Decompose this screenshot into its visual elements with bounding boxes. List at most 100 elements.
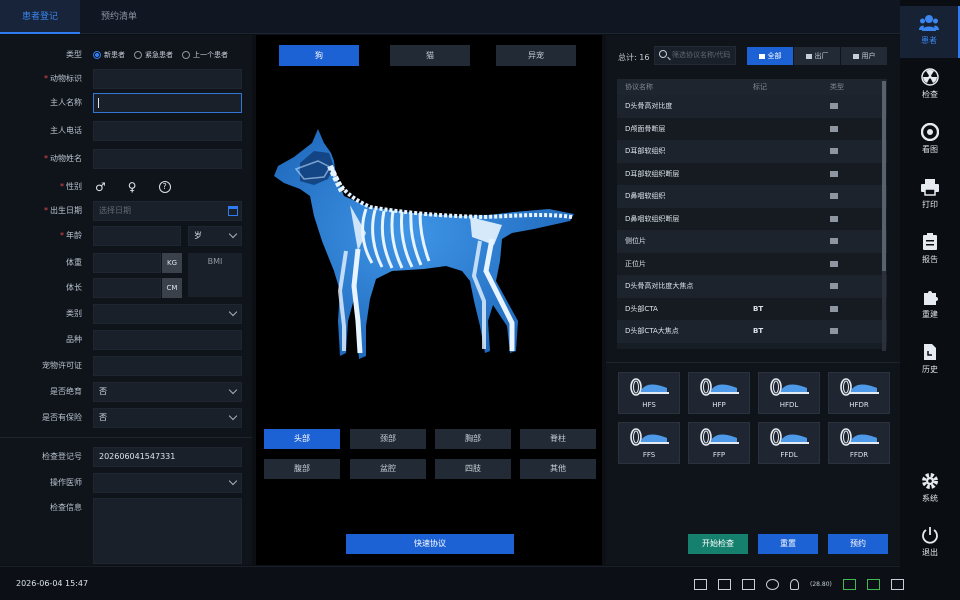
report-icon — [923, 233, 937, 250]
animal-name-input[interactable] — [93, 149, 242, 169]
position-label: HFP — [712, 401, 726, 409]
headset-icon[interactable] — [766, 578, 779, 590]
age-input[interactable] — [93, 226, 181, 246]
female-icon[interactable]: ♀ — [128, 180, 137, 194]
age-unit-select[interactable]: 岁 — [188, 226, 242, 246]
table-row[interactable]: D颅面骨断层 — [617, 117, 887, 140]
position-ffdl-button[interactable]: FFDL — [758, 422, 820, 464]
monitor-icon — [830, 193, 838, 199]
dog-skeleton-illustration — [274, 129, 574, 359]
owner-phone-input[interactable] — [93, 121, 242, 141]
grid-icon — [758, 53, 765, 59]
table-row[interactable]: D耳部软组织断层 — [617, 162, 887, 185]
database-ok-icon[interactable] — [842, 578, 856, 590]
radio-previous-patient[interactable]: 上一个患者 — [182, 50, 228, 60]
tab-patient-registration[interactable]: 患者登记 — [0, 0, 80, 34]
sterilized-select[interactable]: 否 — [93, 382, 242, 402]
filter-all-button[interactable]: 全部 — [747, 47, 793, 65]
doctor-select[interactable] — [93, 473, 242, 493]
position-hfs-button[interactable]: HFS — [618, 372, 680, 414]
radio-emergency-patient[interactable]: 紧急患者 — [134, 50, 173, 60]
table-row[interactable]: D头骨高对比度大焦点 — [617, 275, 887, 298]
birth-date-picker[interactable]: 选择日期 — [93, 201, 242, 221]
owner-name-input[interactable] — [93, 93, 242, 113]
breed-input[interactable] — [93, 330, 242, 350]
header-name: 协议名称 — [625, 83, 653, 91]
position-ffp-button[interactable]: FFP — [688, 422, 750, 464]
sidebar-item-patients[interactable]: 患者 — [900, 6, 960, 58]
exam-no-input[interactable]: 202606041547331 — [93, 447, 242, 467]
position-ffdr-button[interactable]: FFDR — [828, 422, 890, 464]
age-label: * 年龄 — [60, 231, 82, 240]
printer-status-icon[interactable] — [718, 578, 731, 590]
species-cat-button[interactable]: 猫 — [390, 45, 470, 66]
radio-new-patient[interactable]: 新患者 — [93, 50, 125, 60]
storage-ok-icon[interactable] — [866, 578, 880, 590]
type-row: 类型 新患者 紧急患者 上一个患者 — [0, 45, 252, 65]
table-row[interactable]: D鼻咽软组织断层 — [617, 207, 887, 230]
sex-row: * 性别 ♂ ♀ ? — [0, 177, 252, 197]
protocol-name: D头骨高对比度 — [625, 102, 673, 110]
table-row[interactable]: D鼻咽软组织 — [617, 185, 887, 208]
exam-info-textarea[interactable] — [93, 498, 242, 564]
copy-icon[interactable] — [694, 578, 707, 590]
network-icon[interactable] — [890, 578, 904, 590]
protocol-search-input[interactable]: 筛选协议名称/代码 — [654, 46, 736, 65]
sidebar-item-viewer[interactable]: 看图 — [900, 115, 960, 167]
patient-position-icon — [840, 428, 879, 446]
table-row[interactable]: D头部CTA大焦点 BT — [617, 320, 887, 343]
species-exotic-button[interactable]: 异宠 — [496, 45, 576, 66]
start-exam-button[interactable]: 开始检查 — [688, 534, 748, 554]
status-icons: (28.80) — [694, 577, 904, 591]
calendar-icon[interactable] — [228, 206, 238, 216]
body-part-head-button[interactable]: 头部 — [264, 429, 340, 449]
protocol-name: 侧位片 — [625, 237, 646, 245]
reserve-button[interactable]: 预约 — [828, 534, 888, 554]
sidebar-item-exam[interactable]: 检查 — [900, 60, 960, 112]
table-row[interactable]: D头骨高对比度 — [617, 95, 887, 118]
license-input[interactable] — [93, 356, 242, 376]
body-part-spine-button[interactable]: 脊柱 — [520, 429, 596, 449]
quick-protocol-button[interactable]: 快速协议 — [346, 534, 514, 554]
male-icon[interactable]: ♂ — [95, 180, 106, 194]
filter-factory-button[interactable]: 出厂 — [794, 47, 840, 65]
table-row[interactable]: 正位片 — [617, 252, 887, 275]
table-row[interactable]: D耳部软组织 — [617, 140, 887, 163]
position-hfp-button[interactable]: HFP — [688, 372, 750, 414]
radio-off-icon — [134, 51, 142, 59]
table-row[interactable]: D头部CTA BT — [617, 297, 887, 320]
tab-appointment-list[interactable]: 预约清单 — [80, 0, 158, 34]
sidebar-item-logout[interactable]: 退出 — [900, 518, 960, 570]
sidebar-item-print[interactable]: 打印 — [900, 170, 960, 222]
sidebar-item-reconstruct[interactable]: 重建 — [900, 280, 960, 332]
position-ffs-button[interactable]: FFS — [618, 422, 680, 464]
anatomy-panel: 狗 猫 异宠 头部 颈部 胸部 脊柱 腹部 盆腔 四肢 其他 快速协议 — [256, 35, 602, 565]
reset-button[interactable]: 重置 — [758, 534, 818, 554]
scrollbar-thumb[interactable] — [882, 81, 886, 271]
species-dog-button[interactable]: 狗 — [279, 45, 359, 66]
weight-input[interactable] — [93, 253, 161, 273]
protocol-scrollbar[interactable] — [882, 81, 886, 351]
sidebar-item-history[interactable]: 历史 — [900, 335, 960, 387]
body-part-neck-button[interactable]: 颈部 — [350, 429, 426, 449]
position-hfdl-button[interactable]: HFDL — [758, 372, 820, 414]
category-select[interactable] — [93, 304, 242, 324]
monitor-icon — [830, 170, 838, 177]
length-input[interactable] — [93, 278, 161, 298]
body-part-limbs-button[interactable]: 四肢 — [435, 459, 511, 479]
user-icon — [852, 53, 859, 59]
table-row[interactable]: 侧位片 — [617, 230, 887, 253]
sidebar-item-system[interactable]: 系统 — [900, 464, 960, 516]
body-part-pelvis-button[interactable]: 盆腔 — [350, 459, 426, 479]
animal-id-input[interactable] — [93, 69, 242, 89]
sidebar-item-report[interactable]: 报告 — [900, 225, 960, 277]
insured-select[interactable]: 否 — [93, 408, 242, 428]
monitor-status-icon[interactable] — [742, 578, 755, 590]
body-part-other-button[interactable]: 其他 — [520, 459, 596, 479]
body-part-chest-button[interactable]: 胸部 — [435, 429, 511, 449]
filter-user-button[interactable]: 用户 — [841, 47, 887, 65]
unknown-sex-icon[interactable]: ? — [158, 181, 171, 193]
body-part-abdomen-button[interactable]: 腹部 — [264, 459, 340, 479]
sex-options: ♂ ♀ ? — [95, 177, 171, 197]
position-hfdr-button[interactable]: HFDR — [828, 372, 890, 414]
